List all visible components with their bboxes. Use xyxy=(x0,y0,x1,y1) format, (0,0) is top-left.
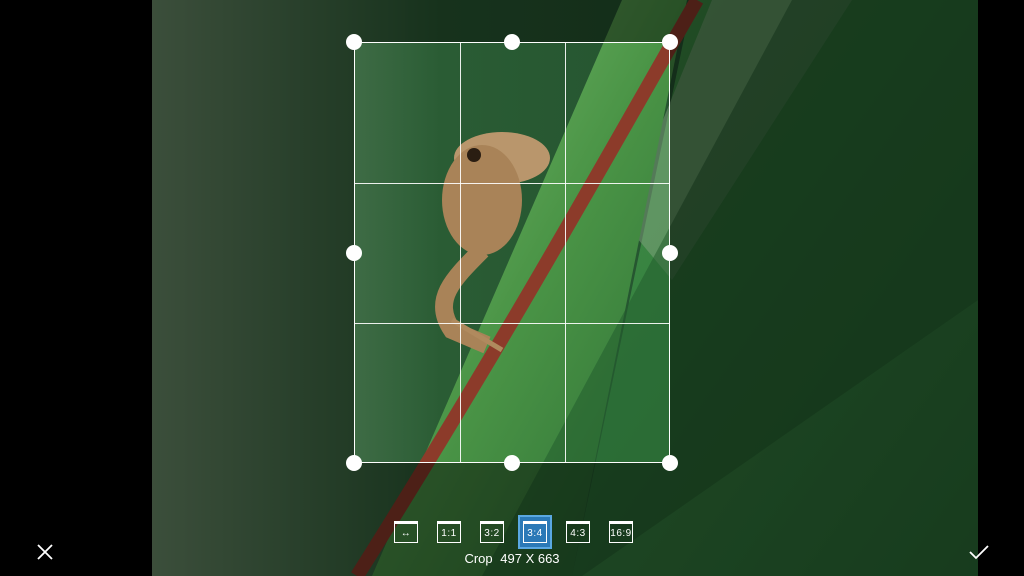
aspect-free-label: ↔ xyxy=(394,521,418,543)
crop-dim-left xyxy=(152,0,354,507)
aspect-16-9-button[interactable]: 16:9 xyxy=(606,517,636,547)
close-icon xyxy=(37,544,53,560)
crop-handle-right[interactable] xyxy=(662,245,678,261)
aspect-1-1-label: 1:1 xyxy=(437,521,461,543)
crop-handle-bottom-right[interactable] xyxy=(662,455,678,471)
crop-frame[interactable] xyxy=(354,42,670,463)
aspect-3-4-label: 3:4 xyxy=(523,521,547,543)
grid-line-v1 xyxy=(460,43,461,462)
crop-handle-top-right[interactable] xyxy=(662,34,678,50)
crop-handle-bottom-left[interactable] xyxy=(346,455,362,471)
aspect-4-3-label: 4:3 xyxy=(566,521,590,543)
crop-toolbar: ↔ 1:1 3:2 3:4 4:3 16:9 Crop 497 X 663 xyxy=(0,507,1024,576)
crop-label: Crop xyxy=(464,551,493,566)
grid-line-h1 xyxy=(355,183,669,184)
aspect-4-3-button[interactable]: 4:3 xyxy=(563,517,593,547)
aspect-free-button[interactable]: ↔ xyxy=(391,517,421,547)
crop-handle-top[interactable] xyxy=(504,34,520,50)
crop-dim-right xyxy=(670,0,978,507)
aspect-3-2-button[interactable]: 3:2 xyxy=(477,517,507,547)
check-icon xyxy=(969,545,989,560)
confirm-button[interactable] xyxy=(964,537,994,567)
crop-handle-top-left[interactable] xyxy=(346,34,362,50)
aspect-16-9-label: 16:9 xyxy=(609,521,633,543)
aspect-1-1-button[interactable]: 1:1 xyxy=(434,517,464,547)
crop-status: Crop 497 X 663 xyxy=(0,551,1024,566)
aspect-3-4-button[interactable]: 3:4 xyxy=(518,515,552,549)
aspect-ratio-picker: ↔ 1:1 3:2 3:4 4:3 16:9 xyxy=(391,513,649,551)
grid-line-h2 xyxy=(355,323,669,324)
grid-line-v2 xyxy=(565,43,566,462)
cancel-button[interactable] xyxy=(30,537,60,567)
crop-handle-bottom[interactable] xyxy=(504,455,520,471)
aspect-3-2-label: 3:2 xyxy=(480,521,504,543)
crop-handle-left[interactable] xyxy=(346,245,362,261)
crop-dimensions: 497 X 663 xyxy=(500,551,560,566)
